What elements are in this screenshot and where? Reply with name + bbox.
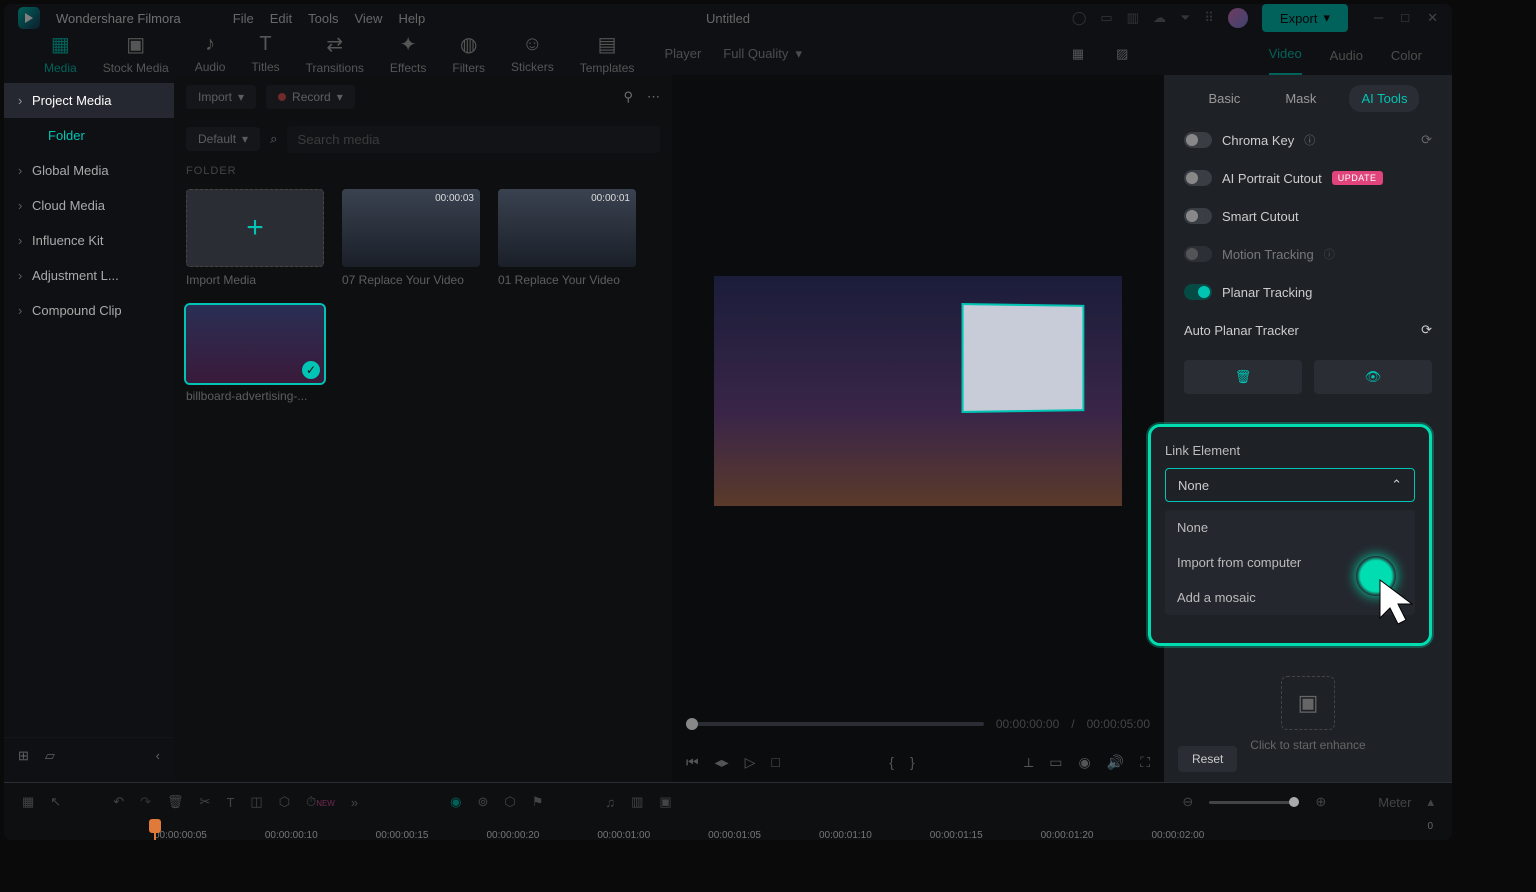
thumb-import[interactable]: + Import Media	[186, 189, 324, 287]
thumb-clip-07[interactable]: 00:00:03 07 Replace Your Video	[342, 189, 480, 287]
toggle-portrait[interactable]	[1184, 170, 1212, 186]
link-element-label: Link Element	[1165, 443, 1415, 458]
mark-out-icon[interactable]: }	[910, 754, 915, 770]
mark-in-icon[interactable]: {	[889, 754, 894, 770]
image-view-icon[interactable]: ▨	[1116, 46, 1128, 62]
subtab-basic[interactable]: Basic	[1197, 85, 1253, 112]
more-icon[interactable]: ⋯	[647, 89, 660, 105]
chevron-up-icon: ⌃	[1391, 477, 1402, 493]
enhance-hint: Click to start enhance	[1250, 738, 1365, 752]
subtab-mask[interactable]: Mask	[1273, 85, 1328, 112]
enhance-placeholder-icon[interactable]: ▣	[1281, 676, 1335, 730]
import-dropdown[interactable]: Import▾	[186, 85, 256, 109]
zoom-slider[interactable]	[1209, 801, 1299, 804]
link-element-select[interactable]: None ⌃	[1165, 468, 1415, 502]
reset-chroma-icon[interactable]: ⟳	[1421, 132, 1432, 148]
volume-icon[interactable]: 🔊	[1107, 754, 1124, 771]
preview-track-button[interactable]: 👁	[1314, 360, 1432, 394]
subtab-aitools[interactable]: AI Tools	[1349, 85, 1419, 112]
collapse-icon[interactable]: ‹	[156, 748, 160, 764]
prev-frame-icon[interactable]: ⏮	[686, 754, 699, 771]
folder-icon[interactable]: ▱	[45, 748, 55, 764]
toggle-planar[interactable]	[1184, 284, 1212, 300]
nav-project-media[interactable]: Project Media	[4, 83, 174, 118]
audio-meter: 0-6-12-18-24-30-36-42-48-54dB L R	[1362, 821, 1452, 840]
update-badge: UPDATE	[1332, 171, 1383, 185]
time-total: 00:00:05:00	[1087, 717, 1150, 731]
filter-icon[interactable]: ⚲	[623, 89, 633, 105]
playhead[interactable]	[154, 821, 156, 840]
timeline-ruler[interactable]: 00:00:00:0500:00:00:1000:00:00:1500:00:0…	[4, 821, 1362, 840]
info-icon[interactable]: ⓘ	[1324, 246, 1335, 262]
thumb-clip-01[interactable]: 00:00:01 01 Replace Your Video	[498, 189, 636, 287]
nav-influence[interactable]: Influence Kit	[4, 223, 174, 258]
auto-planar-label: Auto Planar Tracker	[1184, 323, 1299, 338]
redo-icon[interactable]: ↷	[140, 794, 151, 810]
play-icon[interactable]: ▷	[745, 754, 756, 771]
search-input[interactable]	[287, 126, 660, 153]
toggle-chroma[interactable]	[1184, 132, 1212, 148]
option-none[interactable]: None	[1165, 510, 1415, 545]
grid-view-icon[interactable]: ▦	[1072, 46, 1084, 62]
left-nav: Project Media Folder Global Media Cloud …	[4, 75, 174, 782]
nav-folder[interactable]: Folder	[4, 118, 174, 153]
time-current: 00:00:00:00	[996, 717, 1059, 731]
tutorial-cursor	[1356, 556, 1396, 596]
refresh-icon[interactable]: ⟳	[1421, 322, 1432, 338]
toggle-motion[interactable]	[1184, 246, 1212, 262]
nav-global[interactable]: Global Media	[4, 153, 174, 188]
nav-cloud[interactable]: Cloud Media	[4, 188, 174, 223]
display-icon[interactable]: ▭	[1049, 754, 1062, 771]
record-dropdown[interactable]: Record▾	[266, 85, 355, 109]
search-icon: ⌕	[270, 131, 277, 147]
folder-heading: FOLDER	[174, 159, 672, 183]
billboard-selection[interactable]	[962, 303, 1085, 413]
new-folder-icon[interactable]: ⊞	[18, 748, 29, 764]
nav-adjustment[interactable]: Adjustment L...	[4, 258, 174, 293]
delete-track-button[interactable]: 🗑	[1184, 360, 1302, 394]
sort-dropdown[interactable]: Default▾	[186, 127, 260, 151]
snapshot-icon[interactable]: ◉	[1079, 754, 1091, 771]
thumb-billboard[interactable]: ✓ billboard-advertising-...	[186, 305, 324, 403]
toggle-smart[interactable]	[1184, 208, 1212, 224]
info-icon[interactable]: ⓘ	[1304, 132, 1315, 148]
ruler-icon[interactable]: ⟂	[1024, 754, 1033, 771]
playhead-slider[interactable]	[686, 722, 984, 726]
check-icon: ✓	[302, 361, 320, 379]
preview-canvas[interactable]	[714, 276, 1122, 506]
nav-compound[interactable]: Compound Clip	[4, 293, 174, 328]
stop-icon[interactable]: □	[771, 754, 779, 770]
fullscreen-icon[interactable]: ⛶	[1140, 754, 1150, 771]
plus-icon: +	[246, 211, 264, 245]
step-back-icon[interactable]: ◂▸	[715, 754, 729, 771]
